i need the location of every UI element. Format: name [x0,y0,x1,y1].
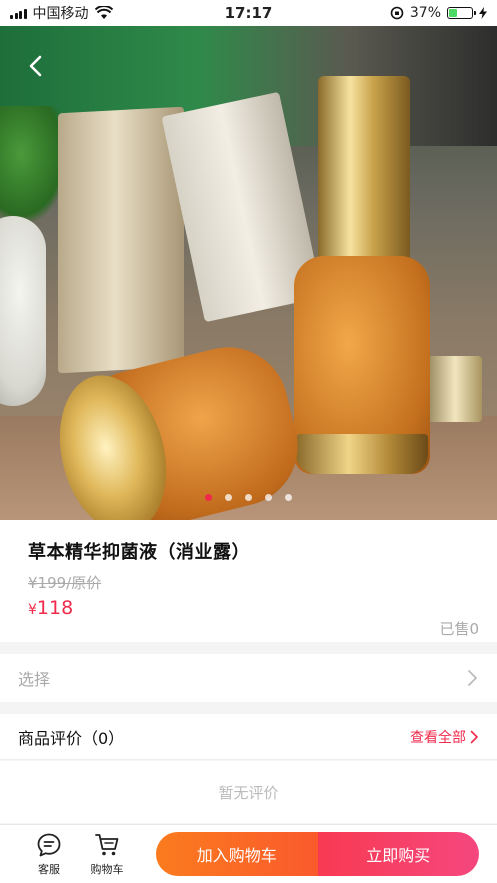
chevron-right-icon [470,730,478,743]
chat-icon [37,833,61,856]
carrier-label: 中国移动 [32,6,89,22]
reviews-title: 商品评价（0） [18,728,125,748]
view-all-label: 查看全部 [410,729,466,746]
pagination-dot[interactable] [205,494,212,501]
customer-service-button[interactable]: 客服 [20,832,78,877]
back-button[interactable] [22,52,50,80]
gallery-pagination [0,494,497,501]
chevron-left-icon [29,55,42,77]
price-value: 118 [36,597,74,619]
currency-symbol: ¥ [28,602,37,618]
photo-bottle-base [296,434,428,474]
chevron-right-icon [468,670,477,686]
view-all-reviews-link[interactable]: 查看全部 [410,727,479,747]
photo-small-cap [428,356,482,422]
clock: 17:17 [224,4,273,22]
original-price: ¥199/原价 [28,574,102,592]
photo-pot [0,216,46,406]
sold-count: 已售0 [439,620,479,638]
cart-label: 购物车 [90,862,124,876]
pagination-dot[interactable] [245,494,252,501]
wifi-icon [94,6,113,19]
option-selector[interactable]: 选择 [0,654,497,702]
pagination-dot[interactable] [265,494,272,501]
buy-now-button[interactable]: 立即购买 [317,832,479,876]
product-info: 草本精华抑菌液（消业露） ¥199/原价 ¥118 已售0 [0,520,497,642]
photo-gift-box [58,106,184,374]
add-to-cart-button[interactable]: 加入购物车 [156,832,318,876]
option-selector-label: 选择 [18,670,51,689]
battery-icon [447,7,476,19]
bottom-action-bar: 客服 购物车 加入购物车 立即购买 [0,824,497,883]
status-left: 中国移动 [10,3,180,23]
empty-reviews-message: 暂无评价 [0,761,497,823]
purchase-actions: 加入购物车 立即购买 [156,832,479,876]
reviews-header: 商品评价（0） 查看全部 [0,714,497,760]
customer-service-label: 客服 [38,862,60,876]
status-right: 37% [317,5,487,21]
signal-icon [10,7,27,19]
battery-percent: 37% [409,5,441,21]
charging-icon [479,7,487,19]
orientation-lock-icon [390,6,404,20]
product-title: 草本精华抑菌液（消业露） [28,542,250,563]
cart-icon [95,833,119,855]
status-bar: 中国移动 17:17 37% [0,0,497,26]
product-image-gallery[interactable] [0,26,497,520]
pagination-dot[interactable] [225,494,232,501]
pagination-dot[interactable] [285,494,292,501]
sale-price: ¥118 [28,597,469,619]
cart-button[interactable]: 购物车 [78,832,136,877]
